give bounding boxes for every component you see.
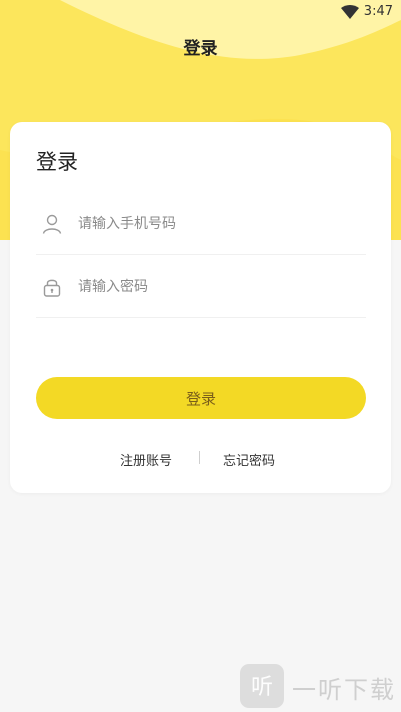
svg-text:听: 听 (251, 675, 273, 700)
password-field (36, 255, 366, 318)
forgot-password-link[interactable]: 忘记密码 (223, 450, 275, 469)
account-links: 注册账号 忘记密码 (10, 450, 391, 470)
status-bar: 3:47 (0, 0, 401, 24)
status-time: 3:47 (363, 4, 393, 19)
phone-field (36, 192, 366, 255)
login-card: 登录 登录 注册账号 忘记密码 (10, 122, 391, 493)
link-divider (199, 451, 200, 464)
user-icon (42, 214, 62, 234)
lock-icon (43, 279, 61, 297)
wifi-icon (341, 5, 359, 19)
register-link[interactable]: 注册账号 (120, 450, 172, 469)
watermark: 听 一听下载 (240, 664, 400, 708)
password-input[interactable] (78, 273, 358, 301)
watermark-text: 一听下载 (292, 676, 396, 704)
phone-input[interactable] (78, 210, 358, 238)
watermark-logo: 听 (240, 664, 284, 708)
card-title: 登录 (36, 150, 78, 174)
page-title: 登录 (183, 39, 218, 59)
login-button[interactable]: 登录 (36, 377, 366, 419)
